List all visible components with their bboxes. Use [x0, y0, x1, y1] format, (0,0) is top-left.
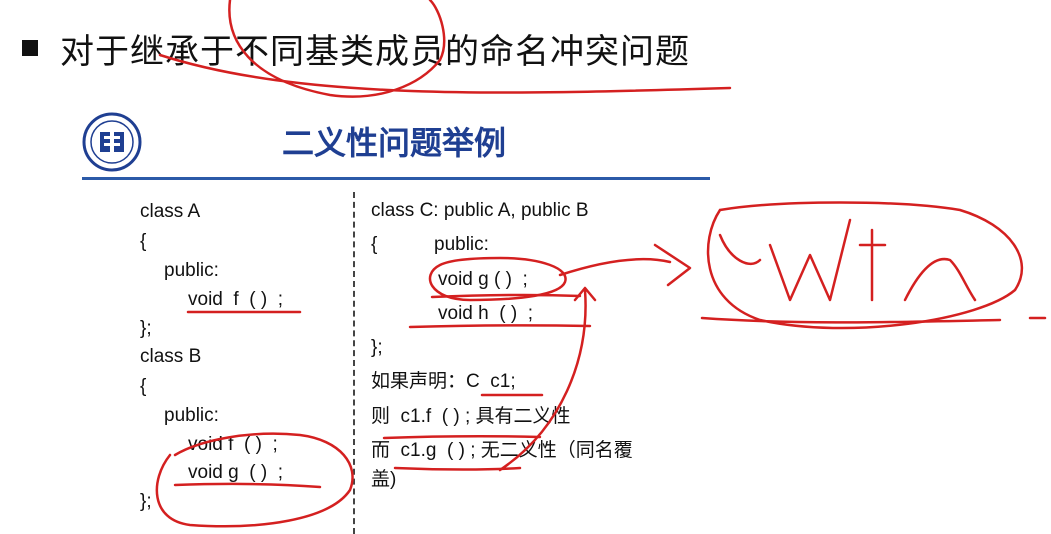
code-void-h-c: void h ( ) ;: [438, 303, 534, 324]
column-divider: [353, 192, 355, 534]
code-public-b: public:: [164, 405, 219, 426]
code-public-a: public:: [164, 260, 219, 281]
ink-scribble-underline: [700, 316, 1002, 324]
code-public-c: public:: [434, 234, 489, 255]
code-brace-close-c: };: [371, 337, 383, 358]
code-and-line: 而 c1.g ( ) ; 无二义性（同名覆: [371, 440, 633, 461]
code-then-line: 则 c1.f ( ) ; 具有二义性: [371, 406, 571, 427]
code-void-f-b: void f ( ) ;: [188, 434, 278, 455]
ink-arrow-right: [558, 243, 692, 287]
ink-c1f-underline: [382, 435, 542, 440]
code-brace-open-c: {: [371, 234, 378, 255]
code-void-f-a: void f ( ) ;: [188, 289, 284, 310]
heading-text: 对于继承于不同基类成员的命名冲突问题: [60, 31, 690, 72]
ink-scribble-text: [718, 218, 977, 302]
slide-title: 二义性问题举例: [282, 124, 507, 162]
heading: 对于继承于不同基类成员的命名冲突问题: [22, 22, 690, 74]
code-and-line-cont: 盖): [371, 469, 397, 490]
code-brace-close-b: };: [140, 491, 152, 512]
code-void-g-b: void g ( ) ;: [188, 462, 284, 483]
title-underline: [82, 177, 710, 180]
code-declare: 如果声明：C c1;: [371, 371, 516, 392]
code-class-c: class C: public A, public B: [371, 200, 589, 221]
code-brace-open-b: {: [140, 376, 147, 397]
code-brace-open-a: {: [140, 231, 147, 252]
code-class-b: class B: [140, 346, 202, 367]
code-void-g-c: void g ( ) ;: [438, 269, 528, 290]
ink-void-g-underline: [430, 293, 582, 299]
code-brace-close-a: };: [140, 318, 152, 339]
square-bullet-icon: [22, 40, 38, 56]
university-emblem-icon: [82, 112, 142, 172]
ink-scribble-loop: [706, 201, 1024, 330]
code-class-a: class A: [140, 201, 201, 222]
ink-c1g-underline: [393, 466, 522, 471]
